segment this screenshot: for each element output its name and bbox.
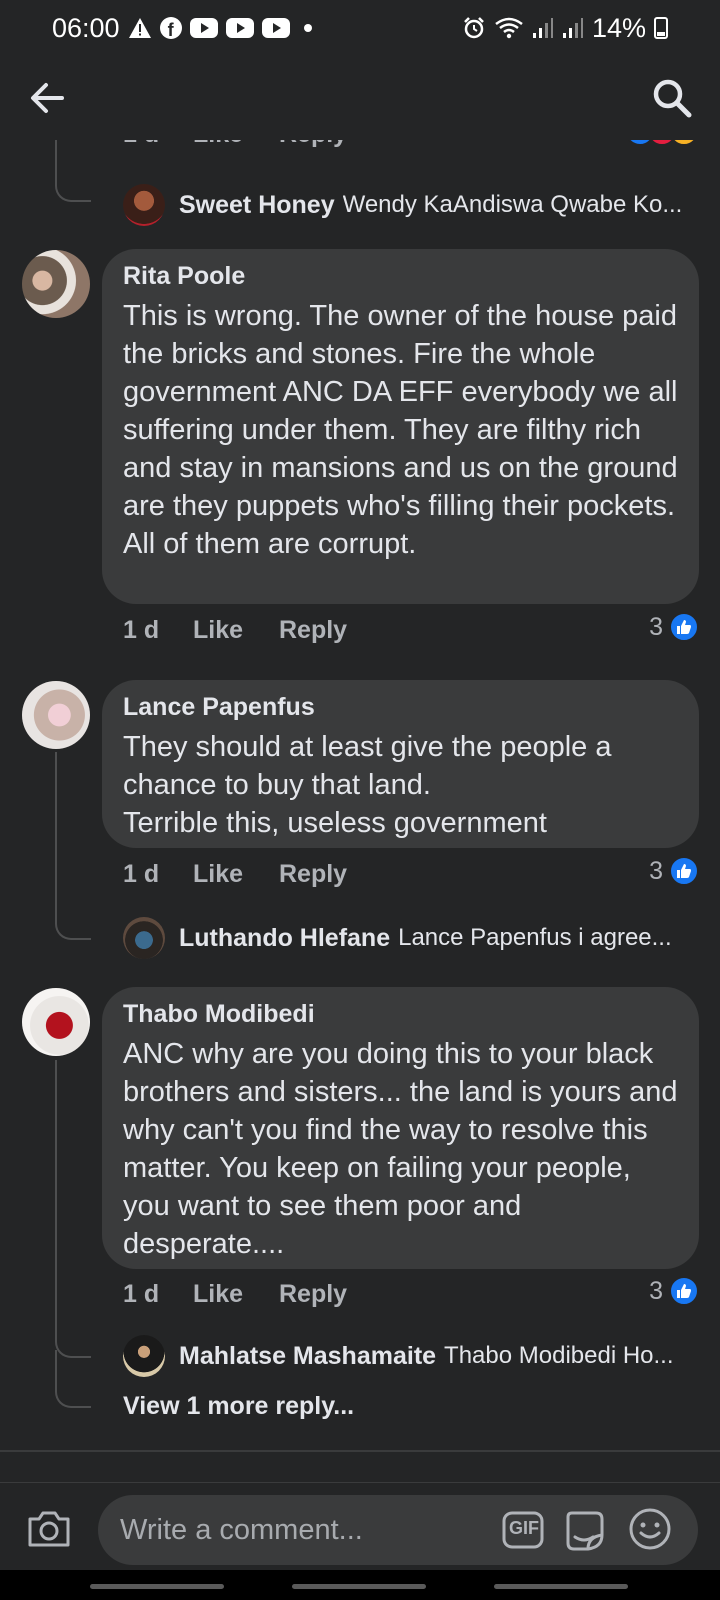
comment-time: 1 d xyxy=(123,859,160,888)
reply-text: Lance Papenfus i agree... xyxy=(398,924,672,951)
like-button[interactable]: Like xyxy=(193,860,279,889)
reply-author[interactable]: Sweet Honey xyxy=(179,191,335,220)
partial-actions: 1 d Like Reply xyxy=(123,140,699,154)
warning-icon xyxy=(128,17,152,39)
comment-text: This is wrong. The owner of the house pa… xyxy=(123,300,678,560)
nav-recent-icon[interactable] xyxy=(90,1584,224,1589)
comment-bubble: Lance Papenfus They should at least give… xyxy=(102,680,699,848)
status-bar: 06:00 f 14% xyxy=(0,0,720,56)
dot-icon xyxy=(303,24,312,32)
facebook-icon: f xyxy=(159,17,182,39)
view-more-replies[interactable]: View 1 more reply... xyxy=(123,1392,354,1421)
divider xyxy=(0,1450,720,1452)
reply-text: Wendy KaAndiswa Qwabe Ko... xyxy=(342,191,683,218)
comment-actions: 1 d Like Reply 3 xyxy=(123,610,699,650)
thumbs-up-icon xyxy=(669,856,699,886)
alarm-icon xyxy=(462,16,486,40)
like-button[interactable]: Like xyxy=(193,616,279,645)
comment-bubble: Thabo Modibedi ANC why are you doing thi… xyxy=(102,987,699,1269)
emoji-icon[interactable] xyxy=(628,1507,672,1551)
comment-text: They should at least give the people a c… xyxy=(123,731,612,839)
comment-box: GIF xyxy=(98,1495,698,1565)
comment-bubble: Rita Poole This is wrong. The owner of t… xyxy=(102,249,699,604)
haha-reaction-icon xyxy=(669,140,699,146)
thread-connector xyxy=(55,1060,91,1358)
avatar[interactable] xyxy=(123,1335,165,1377)
status-right: 14% xyxy=(462,13,668,44)
reply-button[interactable]: Reply xyxy=(279,860,347,889)
reaction-count: 3 xyxy=(649,612,663,641)
signal-icon xyxy=(562,17,584,39)
comment-author[interactable]: Rita Poole xyxy=(123,261,679,291)
comment-time: 1 d xyxy=(123,140,193,149)
comment-text: ANC why are you doing this to your black… xyxy=(123,1038,678,1260)
comment-author[interactable]: Thabo Modibedi xyxy=(123,999,679,1029)
like-button[interactable]: Like xyxy=(193,140,279,149)
comment-author[interactable]: Lance Papenfus xyxy=(123,692,679,722)
thumbs-up-icon xyxy=(669,1276,699,1306)
comment-actions: 1 d Like Reply 3 xyxy=(123,1274,699,1314)
reaction-count: 3 xyxy=(649,1276,663,1305)
thread-connector xyxy=(55,140,91,202)
comment-composer: GIF xyxy=(0,1482,720,1570)
reply-button[interactable]: Reply xyxy=(279,616,347,645)
youtube-icon xyxy=(189,18,218,38)
thread-connector xyxy=(55,1350,91,1408)
reply-text: Thabo Modibedi Ho... xyxy=(444,1342,674,1369)
thread-connector xyxy=(55,752,91,940)
reaction-summary[interactable]: 3 xyxy=(649,612,699,642)
comment-time: 1 d xyxy=(123,1279,160,1308)
comment-list: 1 d Like Reply Sweet Honey Wendy KaAndis… xyxy=(0,140,720,1482)
comment-input[interactable] xyxy=(120,1513,480,1547)
status-left: 06:00 f xyxy=(52,13,312,44)
top-nav xyxy=(0,56,720,140)
signal-icon xyxy=(532,17,554,39)
youtube-icon xyxy=(261,18,290,38)
reply-preview[interactable]: Mahlatse Mashamaite Thabo Modibedi Ho... xyxy=(123,1334,699,1378)
battery-charging-icon xyxy=(654,17,668,39)
gif-icon[interactable]: GIF xyxy=(502,1509,544,1551)
reply-preview[interactable]: Luthando Hlefane Lance Papenfus i agree.… xyxy=(123,916,699,960)
wifi-icon xyxy=(494,16,524,40)
back-arrow-icon[interactable] xyxy=(26,76,70,120)
reply-button[interactable]: Reply xyxy=(279,140,347,149)
reaction-count: 3 xyxy=(649,856,663,885)
gif-label: GIF xyxy=(509,1518,539,1538)
reply-author[interactable]: Luthando Hlefane xyxy=(179,924,390,953)
sticker-icon[interactable] xyxy=(562,1509,606,1553)
avatar[interactable] xyxy=(22,681,90,749)
like-button[interactable]: Like xyxy=(193,1280,279,1309)
reaction-summary[interactable]: 3 xyxy=(649,856,699,886)
nav-home-icon[interactable] xyxy=(292,1584,426,1589)
camera-icon[interactable] xyxy=(26,1505,72,1551)
avatar[interactable] xyxy=(22,988,90,1056)
comment-actions: 1 d Like Reply 3 xyxy=(123,854,699,894)
nav-back-icon[interactable] xyxy=(494,1584,628,1589)
navigation-gesture-bar xyxy=(0,1570,720,1600)
status-time: 06:00 xyxy=(52,12,120,43)
search-icon[interactable] xyxy=(650,76,694,120)
reply-button[interactable]: Reply xyxy=(279,1280,347,1309)
avatar[interactable] xyxy=(22,250,90,318)
battery-percent: 14% xyxy=(591,12,646,43)
avatar[interactable] xyxy=(123,184,165,226)
thumbs-up-icon xyxy=(669,612,699,642)
avatar[interactable] xyxy=(123,917,165,959)
reaction-summary xyxy=(625,140,699,146)
reply-preview[interactable]: Sweet Honey Wendy KaAndiswa Qwabe Ko... xyxy=(123,183,699,227)
comment-time: 1 d xyxy=(123,615,160,644)
youtube-icon xyxy=(225,18,254,38)
reply-author[interactable]: Mahlatse Mashamaite xyxy=(179,1342,436,1371)
reaction-summary[interactable]: 3 xyxy=(649,1276,699,1306)
